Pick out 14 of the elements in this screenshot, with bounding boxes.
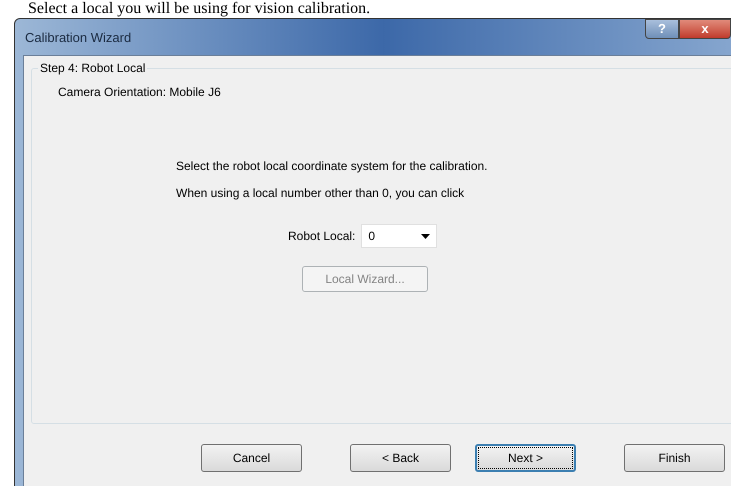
close-button[interactable]: x (679, 19, 731, 39)
wizard-nav-button[interactable]: Next > (475, 444, 576, 472)
dropdown-caret-icon (421, 234, 430, 238)
wizard-nav-button[interactable]: Finish (624, 444, 725, 472)
group-title: Step 4: Robot Local (38, 60, 148, 76)
caption-text: Select a local you will be using for vision calibration. (28, 0, 372, 18)
orientation-text: Camera Orientation: Mobile J6 (58, 84, 221, 101)
instruction-text: Select the robot local coordinate system for the calibration. (176, 159, 488, 173)
robot-local-label: Robot Local: (288, 228, 356, 245)
window-title: Calibration Wizard (25, 29, 132, 47)
instruction-text: When using a local number other than 0, you can click (176, 186, 466, 200)
wizard-nav-button[interactable]: Cancel (201, 444, 302, 472)
wizard-nav-button[interactable]: < Back (350, 444, 451, 472)
robot-local-dropdown[interactable]: 0 (361, 224, 438, 248)
